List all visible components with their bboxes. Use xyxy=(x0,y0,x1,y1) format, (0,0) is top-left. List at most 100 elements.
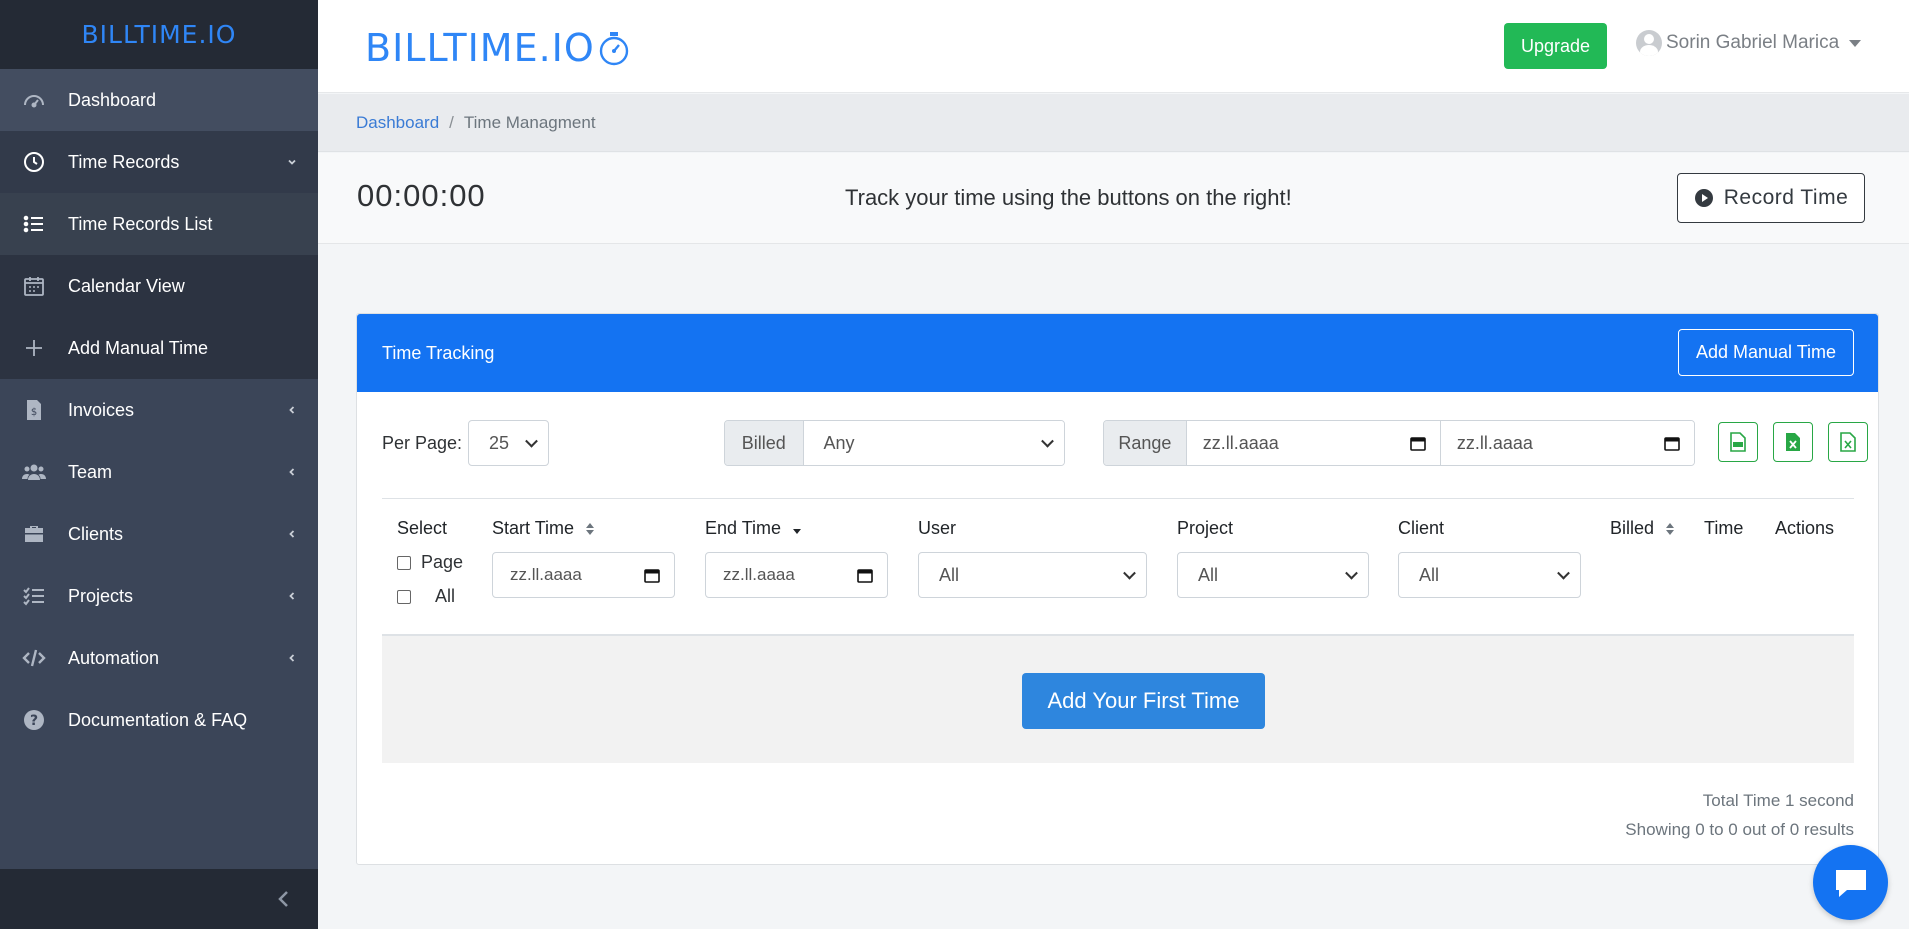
plus-icon xyxy=(20,334,48,362)
invoice-icon: $ xyxy=(20,396,48,424)
col-end-time[interactable]: End Time xyxy=(705,518,802,539)
add-manual-time-button[interactable]: Add Manual Time xyxy=(1678,329,1854,376)
chevron-down-icon xyxy=(1557,566,1570,580)
end-time-filter-input[interactable]: zz.ll.aaaa xyxy=(705,552,888,598)
sidebar-item-label: Calendar View xyxy=(68,275,185,296)
question-icon: ? xyxy=(20,706,48,734)
app-logo[interactable]: BILLTIME.IO xyxy=(365,26,631,70)
chevron-down-icon xyxy=(1041,434,1054,448)
timer-bar: 00:00:00 Track your time using the butto… xyxy=(318,153,1909,244)
tasks-icon xyxy=(20,582,48,610)
table-summary: Total Time 1 second Showing 0 to 0 out o… xyxy=(1625,786,1854,844)
select-all-row: All xyxy=(397,586,455,607)
sidebar-item-automation[interactable]: Automation xyxy=(0,627,318,689)
calendar-icon xyxy=(857,569,873,583)
sidebar-item-label: Time Records xyxy=(68,151,180,172)
user-name: Sorin Gabriel Marica xyxy=(1666,32,1840,53)
sidebar-item-label: Time Records List xyxy=(68,213,213,234)
sidebar-item-label: Add Manual Time xyxy=(68,337,209,358)
chat-bubble-icon xyxy=(1835,869,1866,897)
card-header: Time Tracking Add Manual Time xyxy=(357,314,1878,392)
col-project: Project xyxy=(1177,518,1234,538)
sidebar-item-calendar-view[interactable]: Calendar View xyxy=(0,255,318,317)
per-page-label: Per Page: xyxy=(382,433,463,453)
range-from-input[interactable]: zz.ll.aaaa xyxy=(1186,421,1440,465)
calendar-icon xyxy=(1664,437,1680,451)
chevron-left-icon xyxy=(289,592,295,600)
export-excel-button[interactable] xyxy=(1773,422,1813,462)
col-client: Client xyxy=(1398,518,1445,538)
per-page-select[interactable]: 25 xyxy=(468,420,549,466)
sidebar: BILLTIME.IO Dashboard Time Records Time … xyxy=(0,0,318,929)
user-filter-select[interactable]: All xyxy=(918,552,1147,598)
col-user: User xyxy=(918,518,957,538)
sidebar-item-label: Clients xyxy=(68,523,124,544)
card-title: Time Tracking xyxy=(382,342,495,363)
project-filter-select[interactable]: All xyxy=(1177,552,1369,598)
chevron-down-icon xyxy=(525,434,538,448)
calendar-icon xyxy=(1410,437,1426,451)
col-actions: Actions xyxy=(1775,518,1835,538)
code-icon xyxy=(20,644,48,672)
sidebar-item-dashboard[interactable]: Dashboard xyxy=(0,69,318,131)
select-page-row: Page xyxy=(397,552,463,573)
users-icon xyxy=(20,458,48,486)
range-filter-group: Range zz.ll.aaaa zz.ll.aaaa xyxy=(1103,420,1695,466)
select-page-label: Page xyxy=(421,552,464,572)
sort-icon xyxy=(1666,523,1675,536)
total-time-text: Total Time 1 second xyxy=(1702,791,1854,810)
sidebar-item-documentation[interactable]: ? Documentation & FAQ xyxy=(0,689,318,751)
user-menu[interactable]: Sorin Gabriel Marica xyxy=(1636,30,1862,56)
pagination-info: Showing 0 to 0 out of 0 results xyxy=(1625,820,1854,839)
sidebar-item-clients[interactable]: Clients xyxy=(0,503,318,565)
col-select: Select xyxy=(397,518,448,538)
sidebar-item-invoices[interactable]: $ Invoices xyxy=(0,379,318,441)
sidebar-footer xyxy=(0,869,318,929)
range-to-input[interactable]: zz.ll.aaaa xyxy=(1439,421,1694,465)
record-time-button[interactable]: Record Time xyxy=(1677,173,1865,223)
chat-widget-button[interactable] xyxy=(1813,845,1888,920)
list-icon xyxy=(20,210,48,238)
excel-file-icon xyxy=(1786,433,1800,451)
col-time: Time xyxy=(1704,518,1744,538)
sidebar-item-time-records-list[interactable]: Time Records List xyxy=(0,193,318,255)
select-all-label: All xyxy=(435,586,456,606)
breadcrumb-dashboard-link[interactable]: Dashboard xyxy=(356,113,439,133)
breadcrumb-current: Time Managment xyxy=(463,112,596,132)
col-billed[interactable]: Billed xyxy=(1610,518,1675,539)
stopwatch-icon xyxy=(599,32,628,66)
chevron-down-icon xyxy=(288,159,296,165)
sidebar-item-label: Automation xyxy=(68,647,160,668)
sidebar-item-team[interactable]: Team xyxy=(0,441,318,503)
filters-bar: Per Page: 25 Billed Any Range zz.ll.aaaa… xyxy=(357,392,1878,492)
export-csv-button[interactable] xyxy=(1718,422,1758,462)
billed-filter-group: Billed Any xyxy=(724,420,1065,466)
avatar xyxy=(1636,30,1662,56)
topbar: BILLTIME.IO Upgrade Sorin Gabriel Marica xyxy=(318,0,1909,93)
chevron-left-icon xyxy=(289,406,295,414)
client-filter-select[interactable]: All xyxy=(1398,552,1581,598)
add-first-time-button[interactable]: Add Your First Time xyxy=(1022,673,1265,729)
collapse-sidebar-icon[interactable] xyxy=(272,887,296,911)
timer-display: 00:00:00 xyxy=(357,178,486,213)
billed-select[interactable]: Any xyxy=(803,421,1064,465)
select-all-checkbox[interactable] xyxy=(397,589,411,604)
sidebar-item-projects[interactable]: Projects xyxy=(0,565,318,627)
select-page-checkbox[interactable] xyxy=(397,555,411,570)
col-start-time[interactable]: Start Time xyxy=(492,518,595,539)
sidebar-item-label: Team xyxy=(68,461,113,482)
sidebar-item-time-records[interactable]: Time Records xyxy=(0,131,318,193)
empty-state: Add Your First Time xyxy=(382,636,1854,763)
export-xls-button[interactable] xyxy=(1828,422,1868,462)
upgrade-button[interactable]: Upgrade xyxy=(1504,23,1607,69)
sidebar-logo[interactable]: BILLTIME.IO xyxy=(0,0,318,69)
caret-down-icon xyxy=(1849,39,1862,47)
sidebar-item-add-manual-time[interactable]: Add Manual Time xyxy=(0,317,318,379)
chevron-left-icon xyxy=(289,468,295,476)
start-time-filter-input[interactable]: zz.ll.aaaa xyxy=(492,552,675,598)
timer-message: Track your time using the buttons on the… xyxy=(845,185,1292,210)
speedometer-icon xyxy=(20,86,48,114)
svg-text:?: ? xyxy=(30,713,38,729)
table-header: Select Page All Start Time zz.ll.aaaa En… xyxy=(382,500,1854,630)
breadcrumb-separator: / xyxy=(449,112,454,132)
